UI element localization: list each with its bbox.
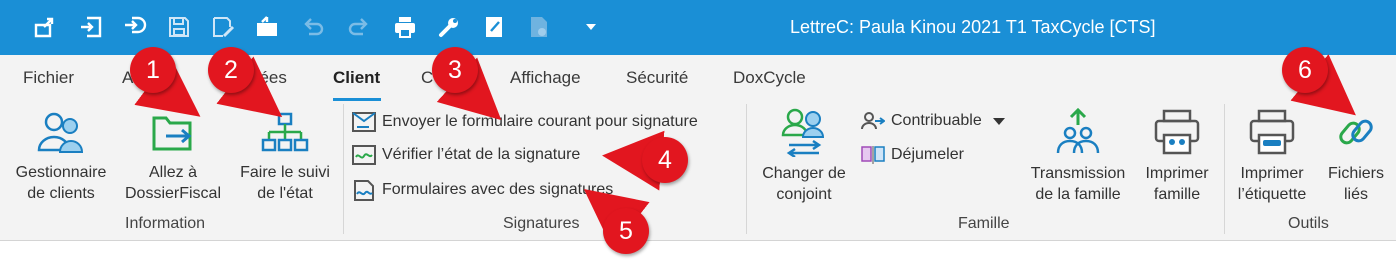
- callout-badge-4: 4: [642, 137, 688, 183]
- callout-badge-1: 1: [130, 47, 176, 93]
- callout-arrow-6: [1290, 54, 1356, 116]
- callout-arrow-3: [436, 57, 502, 121]
- callout-badge-6: 6: [1282, 47, 1328, 93]
- callout-arrow-2: [216, 56, 283, 118]
- callout-arrow-4: [602, 130, 665, 191]
- callout-arrow-1: [134, 56, 201, 117]
- callout-arrows: [134, 54, 1356, 250]
- callout-badge-3: 3: [432, 47, 478, 93]
- callout-badge-2: 2: [208, 47, 254, 93]
- callout-badge-5: 5: [603, 208, 649, 254]
